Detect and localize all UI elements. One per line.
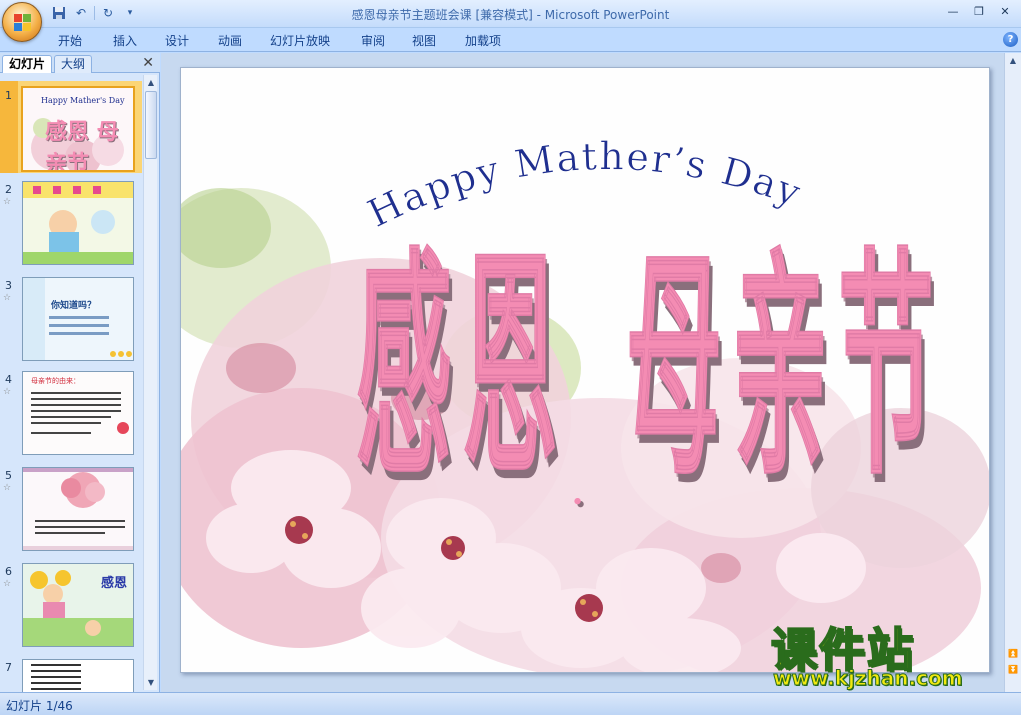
slide-number: 7 xyxy=(5,661,12,674)
thumb-title: 母亲节的由来： xyxy=(31,377,80,385)
slide-number: 1 xyxy=(5,89,12,102)
window-controls: — ❐ ✕ xyxy=(941,2,1017,20)
thumbnail-list: 1 Happy Mather's Day 感恩 母亲节 2 ☆ 3 ☆ 你知道吗… xyxy=(0,75,142,692)
help-icon[interactable]: ? xyxy=(1003,32,1018,47)
scroll-up-icon[interactable]: ▲ xyxy=(1007,54,1019,67)
slide-title: 感 恩 ． 母 亲 节 xyxy=(356,247,935,516)
thumbnail-image xyxy=(22,467,134,551)
watermark-url: www.kjzhan.com xyxy=(773,666,964,691)
scroll-down-icon[interactable]: ▼ xyxy=(145,676,157,689)
slide-thumbnail-3[interactable]: 3 ☆ 你知道吗？ xyxy=(0,271,142,363)
slide-thumbnail-7[interactable]: 7 xyxy=(0,653,142,692)
title-dot: ． xyxy=(568,468,608,514)
panel-tabs: 幻灯片 大纲 ✕ xyxy=(0,53,160,73)
minimize-icon[interactable]: — xyxy=(941,2,965,20)
tab-view[interactable]: 视图 xyxy=(412,32,436,49)
slide-thumbnail-1[interactable]: 1 Happy Mather's Day 感恩 母亲节 xyxy=(0,81,142,173)
animation-icon: ☆ xyxy=(3,197,12,207)
svg-text:Happy Mather’s Day: Happy Mather’s Day xyxy=(361,134,808,236)
thumbnail-image: 感恩 xyxy=(22,563,134,647)
slide-number: 5 xyxy=(5,469,12,482)
title-char: 母 xyxy=(626,227,723,508)
thumb-title: 感恩 母亲节 xyxy=(45,120,119,172)
ribbon-tabs: 开始 插入 设计 动画 幻灯片放映 审阅 视图 加载项 ? xyxy=(0,28,1021,52)
office-logo-icon xyxy=(14,14,32,32)
tab-animations[interactable]: 动画 xyxy=(218,32,242,49)
tab-slideshow[interactable]: 幻灯片放映 xyxy=(270,32,330,49)
slide-editor: Happy Mather’s Day 感 恩 ． 母 亲 节 ▲ ⏫ ⏬ xyxy=(161,53,1021,692)
animation-icon: ☆ xyxy=(3,579,12,589)
slides-panel: 幻灯片 大纲 ✕ 1 Happy Mather's Day 感恩 母亲节 2 ☆… xyxy=(0,53,160,692)
current-slide[interactable]: Happy Mather’s Day 感 恩 ． 母 亲 节 xyxy=(180,67,990,673)
slide-thumbnail-5[interactable]: 5 ☆ xyxy=(0,461,142,553)
thumbnail-image xyxy=(22,659,134,692)
scrollbar-thumb[interactable] xyxy=(145,91,157,159)
status-bar: 幻灯片 1/46 xyxy=(0,692,1021,715)
thumbnail-image: 你知道吗？ xyxy=(22,277,134,361)
slide-thumbnail-4[interactable]: 4 ☆ 母亲节的由来： xyxy=(0,365,142,457)
title-char: 节 xyxy=(838,227,935,508)
animation-icon: ☆ xyxy=(3,387,12,397)
close-icon[interactable]: ✕ xyxy=(993,2,1017,20)
subtitle-text: Happy Mather’s Day xyxy=(361,134,807,236)
thumb-subtitle: Happy Mather's Day xyxy=(41,96,125,105)
title-char: 恩 xyxy=(462,227,559,508)
thumb-title: 你知道吗？ xyxy=(51,301,97,311)
tab-insert[interactable]: 插入 xyxy=(113,32,137,49)
watermark-logo: 课件站 www.kjzhan.com xyxy=(770,614,1016,691)
editor-scrollbar[interactable]: ▲ ⏫ ⏬ xyxy=(1004,53,1021,692)
slide-thumbnail-6[interactable]: 6 ☆ 感恩 xyxy=(0,557,142,649)
tab-home[interactable]: 开始 xyxy=(58,32,82,49)
thumbnail-image xyxy=(22,181,134,265)
title-char: 亲 xyxy=(732,227,829,508)
tab-review[interactable]: 审阅 xyxy=(361,32,385,49)
slide-number: 4 xyxy=(5,373,12,386)
scroll-up-icon[interactable]: ▲ xyxy=(145,76,157,89)
thumbnail-image: Happy Mather's Day 感恩 母亲节 xyxy=(21,86,135,172)
tab-addins[interactable]: 加载项 xyxy=(465,32,501,49)
thumbnail-scrollbar[interactable]: ▲ ▼ xyxy=(143,75,157,690)
slide-counter: 幻灯片 1/46 xyxy=(6,699,73,713)
tab-outline[interactable]: 大纲 xyxy=(54,55,93,73)
animation-icon: ☆ xyxy=(3,293,12,303)
tab-design[interactable]: 设计 xyxy=(165,32,189,49)
slide-number: 3 xyxy=(5,279,12,292)
window-title: 感恩母亲节主题班会课 [兼容模式] - Microsoft PowerPoint xyxy=(351,8,670,22)
thumbnail-image: 母亲节的由来： xyxy=(22,371,134,455)
restore-icon[interactable]: ❐ xyxy=(967,2,991,20)
title-bar: ↶ ↻ ▾ 感恩母亲节主题班会课 [兼容模式] - Microsoft Powe… xyxy=(0,0,1021,28)
slide-number: 2 xyxy=(5,183,12,196)
slide-thumbnail-2[interactable]: 2 ☆ xyxy=(0,175,142,267)
animation-icon: ☆ xyxy=(3,483,12,493)
title-char: 感 xyxy=(356,227,453,508)
close-icon[interactable]: ✕ xyxy=(142,55,154,71)
thumb-title: 感恩 xyxy=(101,576,128,591)
office-button[interactable] xyxy=(2,2,42,42)
tab-slides[interactable]: 幻灯片 xyxy=(2,55,53,73)
slide-number: 6 xyxy=(5,565,12,578)
